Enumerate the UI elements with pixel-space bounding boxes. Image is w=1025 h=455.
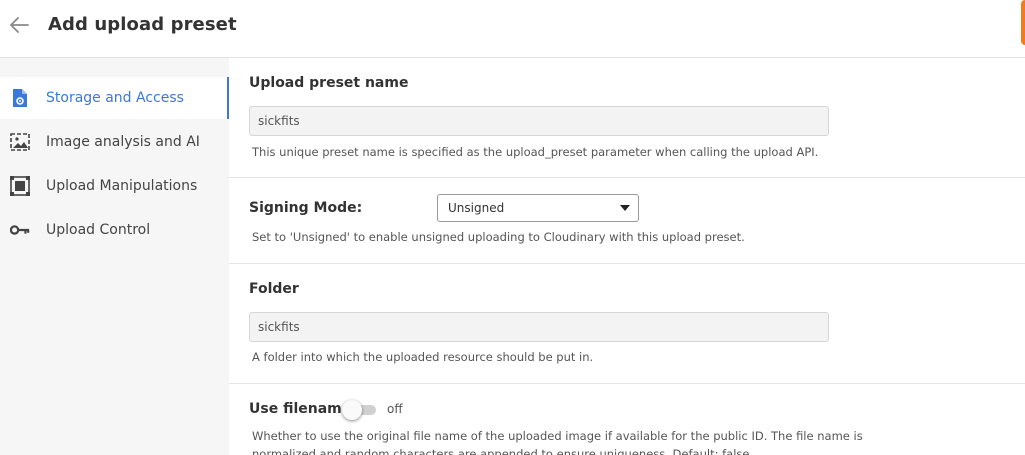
sidebar-item-label: Upload Manipulations bbox=[46, 178, 198, 194]
folder-input[interactable] bbox=[249, 312, 829, 342]
sidebar: Storage and Access Image analysis and AI… bbox=[0, 58, 229, 455]
image-frame-icon bbox=[10, 132, 30, 152]
page-header: Add upload preset bbox=[0, 0, 1025, 58]
use-filename-toggle[interactable] bbox=[342, 400, 378, 420]
page-title: Add upload preset bbox=[48, 14, 237, 35]
signing-mode-select[interactable]: Unsigned bbox=[437, 194, 639, 222]
sidebar-item-label: Image analysis and AI bbox=[46, 134, 200, 150]
sidebar-item-storage-and-access[interactable]: Storage and Access bbox=[0, 77, 229, 119]
use-filename-label: Use filename: bbox=[249, 401, 357, 417]
arrow-left-icon[interactable] bbox=[8, 14, 30, 36]
folder-help: A folder into which the uploaded resourc… bbox=[252, 350, 594, 364]
use-filename-help-line1: Whether to use the original file name of… bbox=[252, 429, 863, 443]
key-icon bbox=[10, 220, 30, 240]
divider bbox=[229, 263, 1025, 264]
signing-mode-help: Set to 'Unsigned' to enable unsigned upl… bbox=[252, 230, 745, 244]
preset-name-input[interactable] bbox=[249, 106, 829, 136]
settings-form: Upload preset name This unique preset na… bbox=[229, 58, 1025, 455]
preset-name-label: Upload preset name bbox=[249, 75, 409, 91]
sidebar-item-image-analysis[interactable]: Image analysis and AI bbox=[0, 121, 229, 163]
crop-frame-icon bbox=[10, 176, 30, 196]
preset-name-help: This unique preset name is specified as … bbox=[252, 145, 819, 159]
sidebar-item-label: Storage and Access bbox=[46, 90, 184, 106]
divider bbox=[229, 177, 1025, 178]
use-filename-help-line2: normalized and random characters are app… bbox=[252, 447, 754, 455]
toggle-knob bbox=[342, 400, 362, 420]
signing-mode-value: Unsigned bbox=[448, 201, 505, 215]
signing-mode-label: Signing Mode: bbox=[249, 200, 363, 216]
sidebar-item-upload-manipulations[interactable]: Upload Manipulations bbox=[0, 165, 229, 207]
use-filename-state: off bbox=[387, 402, 403, 416]
sidebar-item-label: Upload Control bbox=[46, 222, 151, 238]
sidebar-item-upload-control[interactable]: Upload Control bbox=[0, 209, 229, 251]
document-gear-icon bbox=[10, 88, 30, 108]
divider bbox=[229, 383, 1025, 384]
chevron-down-icon bbox=[620, 205, 630, 211]
folder-label: Folder bbox=[249, 281, 299, 297]
save-button[interactable] bbox=[1021, 0, 1025, 45]
